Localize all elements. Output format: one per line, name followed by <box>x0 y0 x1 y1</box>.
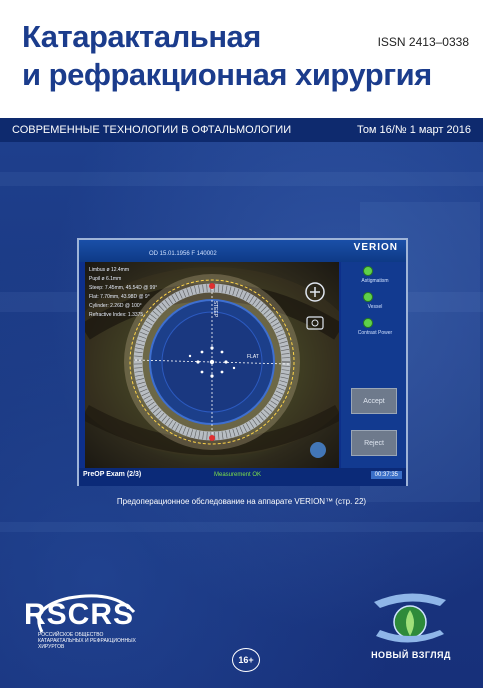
vessel-indicator <box>363 292 373 302</box>
flat-axis-label: FLAT <box>247 354 259 360</box>
age-rating-badge: 16+ <box>232 648 260 672</box>
journal-title: Катарактальная и рефракционная хирургия <box>22 18 432 94</box>
journal-subtitle-bar: СОВРЕМЕННЫЕ ТЕХНОЛОГИИ В ОФТАЛЬМОЛОГИИ Т… <box>0 118 483 142</box>
indicator-label: Astigmatism <box>361 278 389 284</box>
issue-info: Том 16/№ 1 март 2016 <box>356 124 471 136</box>
journal-title-line2: и рефракционная хирургия <box>22 57 432 92</box>
readout-line: Limbus ø 12.4mm <box>89 267 130 273</box>
timer: 00:37:35 <box>370 471 402 479</box>
steep-axis-label: STEEP <box>212 300 219 318</box>
measurement-status: Measurement OK <box>214 472 262 478</box>
readout-line: Pupil ø 6.1mm <box>89 276 122 282</box>
patient-info: OD 15.01.1956 F 140002 <box>149 251 217 257</box>
indicator-label: Contrast Power <box>357 330 393 336</box>
astigmatism-indicator <box>363 266 373 276</box>
readout-line: Refractive Index: 1.3375 <box>89 312 144 318</box>
cover-header: Катарактальная и рефракционная хирургия … <box>0 0 483 118</box>
contrast-indicator <box>363 318 373 328</box>
issn-number: ISSN 2413–0338 <box>377 35 469 49</box>
journal-title-line1: Катарактальная <box>22 19 261 54</box>
image-caption: Предоперационное обследование на аппарат… <box>116 497 367 506</box>
publisher-logo <box>370 592 450 653</box>
eye-image: Limbus ø 12.4mm Pupil ø 6.1mm Steep: 7.4… <box>85 262 339 468</box>
background-stripe <box>0 522 483 532</box>
readout-line: Flat: 7.70mm, 43.98D @ 9° <box>89 294 150 300</box>
readout-line: Steep: 7.45mm, 45.54D @ 99° <box>89 285 158 291</box>
background-stripe <box>0 172 483 186</box>
accept-button[interactable]: Accept <box>351 388 397 414</box>
journal-subtitle: СОВРЕМЕННЫЕ ТЕХНОЛОГИИ В ОФТАЛЬМОЛОГИИ <box>12 124 292 136</box>
readout-line: Cylinder: 2.26D @ 100° <box>89 303 142 309</box>
rscrs-swoosh-icon <box>37 594 136 633</box>
rscrs-logo: RSCRS РОССИЙСКОЕ ОБЩЕСТВО КАТАРАКТАЛЬНЫХ… <box>24 594 148 650</box>
indicator-label: Vessel <box>367 304 383 310</box>
reject-button[interactable]: Reject <box>351 430 397 456</box>
device-top-bar: OD 15.01.1956 F 140002 VERION <box>79 240 406 262</box>
device-status-bar: PreOP Exam (2/3) Measurement OK 00:37:35 <box>79 468 406 486</box>
verion-logo: VERION <box>353 242 398 253</box>
device-sidebar: Astigmatism Vessel Contrast Power Accept… <box>341 262 406 468</box>
publisher-emblem-icon <box>374 593 446 643</box>
verion-screenshot: OD 15.01.1956 F 140002 VERION Limbus ø 1… <box>77 238 408 486</box>
exam-label: PreOP Exam (2/3) <box>83 471 142 478</box>
publisher-name: НОВЫЙ ВЗГЛЯД <box>371 650 451 660</box>
